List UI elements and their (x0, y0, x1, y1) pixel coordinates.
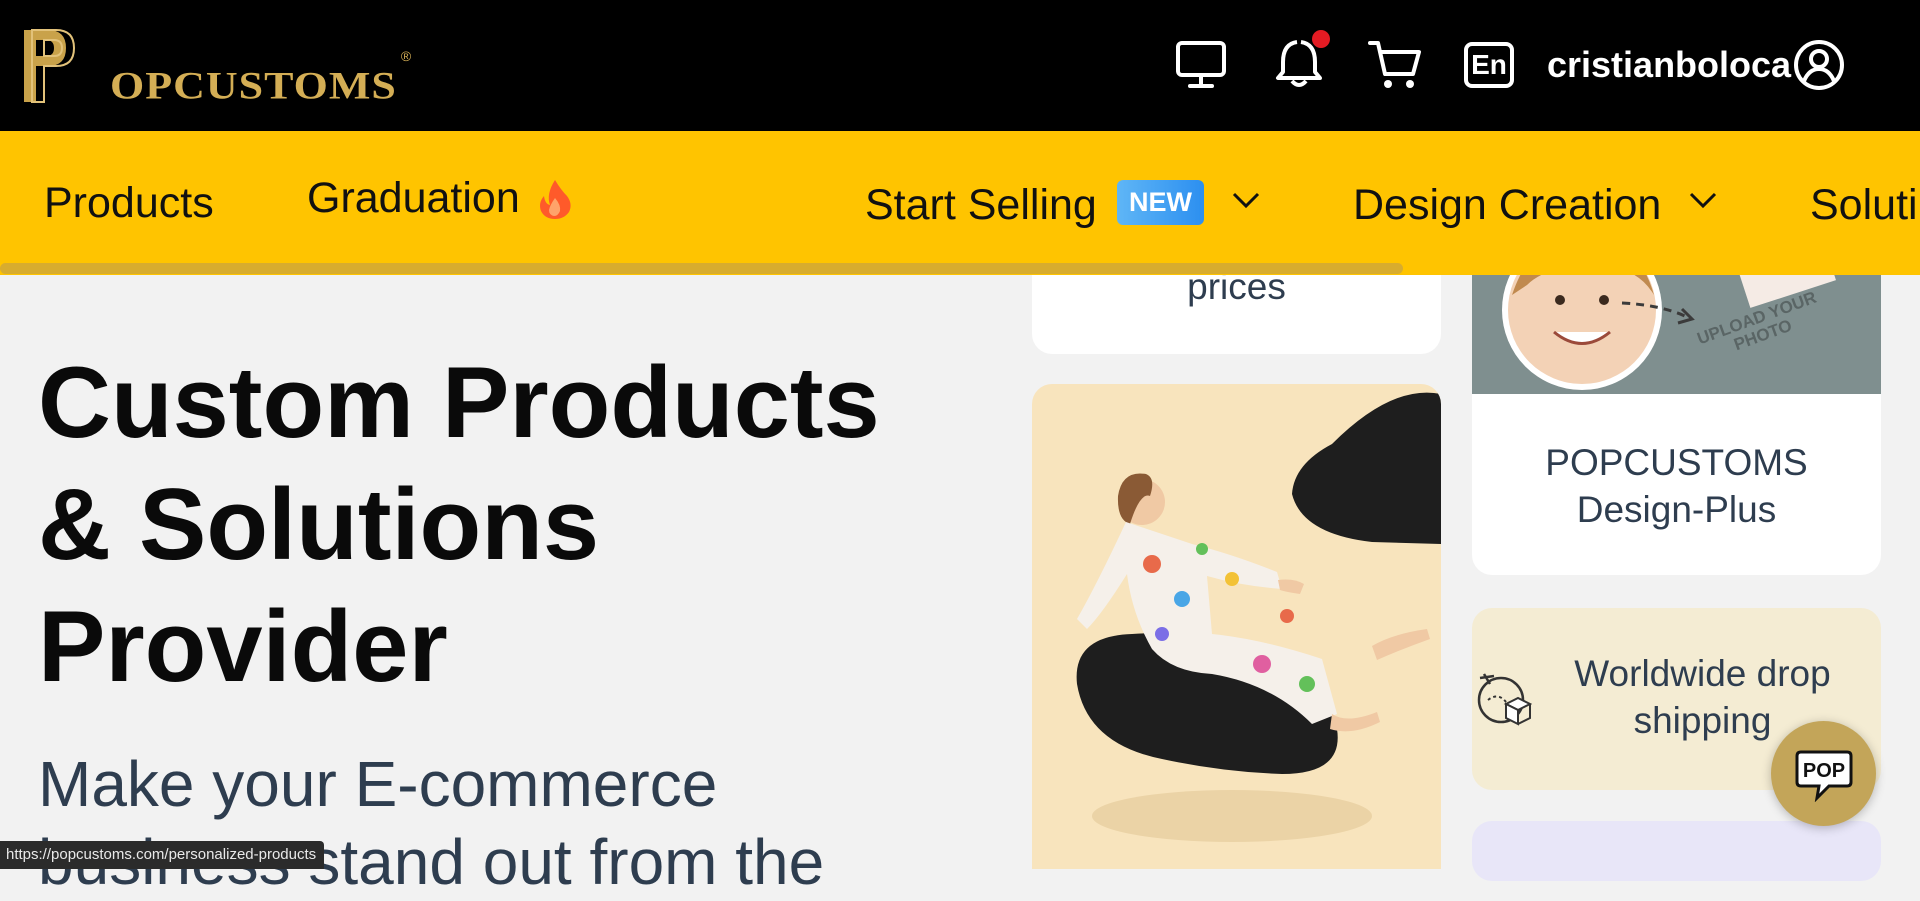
product-image-card[interactable] (1032, 384, 1441, 869)
feature-card-design-plus[interactable]: UPLOAD YOUR PHOTO POPCUSTOMS Design-Plus (1472, 275, 1881, 575)
chevron-down-icon[interactable] (1231, 191, 1261, 209)
card-title-line: Design-Plus (1576, 489, 1777, 530)
language-label: En (1471, 49, 1507, 80)
registered-mark: ® (400, 48, 412, 64)
card-label: prices (1187, 275, 1286, 307)
upload-photo-banner: UPLOAD YOUR PHOTO (1472, 275, 1881, 394)
hero-title-line: & Solutions (38, 469, 600, 581)
pajama-model-image (1076, 392, 1441, 842)
nav-products[interactable]: Products (44, 179, 214, 228)
nav-start-selling[interactable]: Start Selling (865, 181, 1097, 230)
user-account-icon[interactable] (1793, 39, 1845, 91)
fire-icon (540, 180, 571, 219)
feature-card-prices[interactable]: prices (1032, 275, 1441, 354)
card-title-line: Worldwide drop (1574, 653, 1831, 694)
monitor-icon[interactable] (1175, 40, 1227, 90)
notification-dot (1312, 30, 1330, 48)
card-title-line: POPCUSTOMS (1545, 442, 1808, 483)
username-link[interactable]: cristianboloca (1547, 44, 1791, 86)
nav-scrollbar[interactable] (0, 263, 1403, 274)
language-selector[interactable]: En (1464, 42, 1514, 88)
logo-wordmark: OPCUSTOMS (110, 63, 397, 108)
nav-design-creation[interactable]: Design Creation (1353, 181, 1661, 230)
hero-subtitle: Make your E-commerce business stand out … (38, 745, 938, 901)
new-badge: NEW (1117, 180, 1204, 225)
hero-subtitle-line: Make your E-commerce (38, 748, 718, 820)
chat-support-button[interactable]: POP (1771, 721, 1876, 826)
status-bar-url: https://popcustoms.com/personalized-prod… (0, 841, 325, 869)
chevron-down-icon[interactable] (1688, 191, 1718, 209)
hero-title: Custom Products & Solutions Provider (38, 342, 938, 708)
chat-pop-label: POP (1803, 760, 1845, 782)
feature-card-next[interactable] (1472, 821, 1881, 881)
popcustoms-logo[interactable]: OPCUSTOMS ® (18, 26, 411, 110)
hero-title-line: Provider (38, 591, 448, 703)
nav-solutions[interactable]: Soluti (1810, 181, 1918, 230)
hero-title-line: Custom Products (38, 347, 880, 459)
nav-graduation[interactable]: Graduation (307, 174, 520, 223)
chat-bubble-icon: POP (1795, 750, 1853, 802)
top-header: OPCUSTOMS ® En cristianboloca (0, 0, 1920, 131)
logo-pp-mark-icon (24, 29, 76, 103)
cart-icon[interactable] (1367, 38, 1423, 92)
bell-icon[interactable] (1273, 28, 1331, 90)
